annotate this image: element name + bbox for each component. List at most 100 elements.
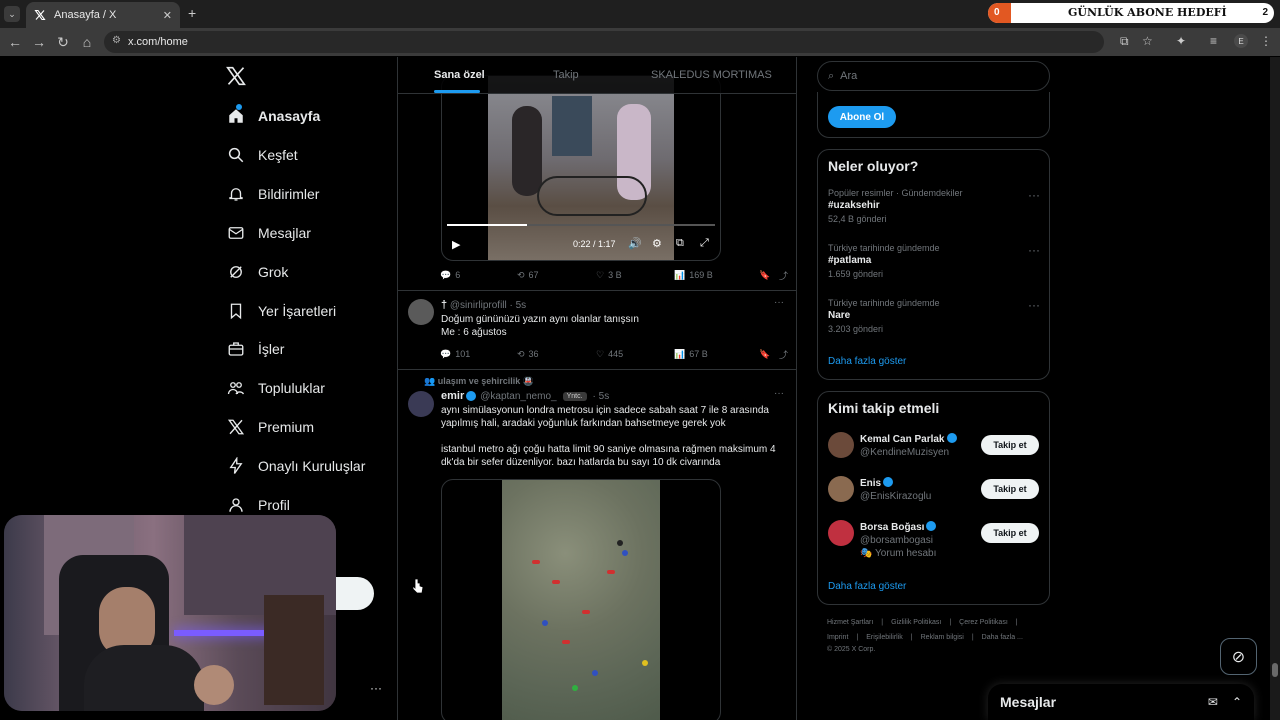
tweet-text-line: Me : 6 ağustos [441, 327, 507, 338]
picture-in-picture-icon[interactable]: ⧉ [676, 237, 684, 250]
messages-drawer[interactable]: Mesajlar ✉ ⌃ [988, 684, 1254, 720]
url-field[interactable]: ⚙ x.com/home [104, 31, 1104, 53]
trend-item[interactable]: Popüler resimler · Gündemdekiler #uzakseh… [828, 188, 1040, 224]
views-button[interactable]: 📊 169 B [674, 270, 759, 281]
community-name: ulaşım ve şehircilik 🚇 [437, 376, 534, 386]
new-tab-button[interactable]: + [188, 5, 196, 21]
footer-link[interactable]: Reklam bilgisi [921, 634, 964, 641]
search-box[interactable]: ⌕ Ara [817, 61, 1050, 91]
like-button[interactable]: ♡ 3 B [596, 270, 674, 281]
volume-icon[interactable]: 🔊 [628, 237, 642, 250]
repost-button[interactable]: ⟲ 36 [517, 349, 596, 360]
follow-button[interactable]: Takip et [981, 523, 1039, 543]
author-name[interactable]: † [441, 299, 447, 311]
post-time[interactable]: · 5s [510, 300, 527, 311]
bookmark-button[interactable]: 🔖 [759, 349, 779, 360]
footer-link[interactable]: Imprint [827, 634, 848, 641]
bookmark-star-icon[interactable]: ☆ [1142, 34, 1153, 48]
media-controls-icon[interactable]: ≡ [1210, 34, 1217, 48]
tab-search-button[interactable]: ⌄ [4, 6, 20, 22]
nav-item-9[interactable]: Premium [226, 412, 314, 442]
footer-link[interactable]: Gizlilik Politikası [891, 619, 941, 626]
tab-following[interactable]: Takip [553, 69, 579, 81]
author-handle[interactable]: @kaptan_nemo_ [480, 391, 556, 402]
avatar[interactable] [408, 391, 434, 417]
subscribe-button[interactable]: Abone Ol [828, 106, 896, 128]
footer-link[interactable]: Hizmet Şartları [827, 619, 873, 626]
trend-item[interactable]: Türkiye tarihinde gündemde Nare 3.203 gönd… [828, 298, 1040, 334]
verified-badge-icon [466, 391, 477, 401]
tab-skaledus-mortimas[interactable]: SKALEDUS MORTIMAS [651, 69, 772, 81]
profile-avatar[interactable]: E [1234, 34, 1248, 48]
avatar[interactable] [828, 476, 854, 502]
menu-kebab-icon[interactable]: ⋮ [1260, 34, 1272, 48]
extensions-icon[interactable]: ✦ [1176, 34, 1186, 48]
avatar[interactable] [828, 432, 854, 458]
scrollbar-thumb[interactable] [1272, 663, 1278, 677]
back-icon[interactable]: ← [3, 30, 27, 54]
community-context[interactable]: 👥 ulaşım ve şehircilik 🚇 [424, 376, 534, 387]
post-time[interactable]: · 5s [593, 391, 610, 402]
avatar[interactable] [408, 299, 434, 325]
nav-item-5[interactable]: Grok [226, 257, 288, 287]
follow-suggestion[interactable]: Borsa Boğası @borsambogasi 🎭 Yorum hesabı [860, 521, 980, 559]
nav-item-7[interactable]: İşler [226, 334, 284, 364]
fullscreen-icon[interactable]: ⤢ [700, 237, 709, 250]
account-more-icon[interactable]: ··· [370, 681, 382, 695]
footer-link[interactable]: Çerez Politikası [959, 619, 1008, 626]
more-icon[interactable]: ··· [774, 388, 784, 399]
nav-item-4[interactable]: Mesajlar [226, 218, 311, 248]
nav-item-6[interactable]: Yer İşaretleri [226, 296, 336, 326]
grok-float-button[interactable]: ⊘ [1220, 638, 1257, 675]
reply-button[interactable]: 💬 101 [440, 349, 517, 360]
play-icon[interactable]: ▶ [452, 238, 460, 251]
reply-button[interactable]: 💬 6 [440, 270, 517, 281]
forward-icon[interactable]: → [27, 30, 51, 54]
browser-tab[interactable]: Anasayfa / X ✕ [26, 2, 180, 28]
follow-suggestion[interactable]: Kemal Can Parlak @KendineMuzisyen [860, 433, 980, 458]
trend-item[interactable]: Türkiye tarihinde gündemde #patlama 1.659 … [828, 243, 1040, 279]
author-name[interactable]: emir [441, 390, 464, 402]
search-icon: ⌕ [828, 69, 835, 82]
repost-button[interactable]: ⟲ 67 [517, 270, 596, 281]
nav-item-2[interactable]: Keşfet [226, 140, 298, 170]
author-handle[interactable]: @sinirliprofill [450, 300, 507, 311]
scrollbar[interactable] [1270, 57, 1280, 720]
new-message-icon[interactable]: ✉ [1208, 695, 1218, 709]
timeline-tabs: Sana özel Takip SKALEDUS MORTIMAS [398, 57, 796, 94]
views-button[interactable]: 📊 67 B [674, 349, 759, 360]
trend-more-icon[interactable]: ··· [1028, 188, 1040, 202]
follow-button[interactable]: Takip et [981, 435, 1039, 455]
follow-button[interactable]: Takip et [981, 479, 1039, 499]
footer-link[interactable]: Daha fazla ... [982, 634, 1023, 641]
mail-icon [226, 223, 246, 243]
trend-more-icon[interactable]: ··· [1028, 298, 1040, 312]
x-logo-icon[interactable] [226, 66, 246, 86]
tab-close-icon[interactable]: ✕ [163, 9, 172, 22]
share-button[interactable]: ⤴ [779, 348, 788, 361]
footer-link[interactable]: Erişilebilirlik [866, 634, 903, 641]
follow-suggestion[interactable]: Enis @EnisKirazoglu [860, 477, 980, 502]
trends-show-more-link[interactable]: Daha fazla göster [828, 356, 906, 367]
nav-item-10[interactable]: Onaylı Kuruluşlar [226, 451, 365, 481]
trend-title: #uzaksehir [828, 200, 880, 211]
nav-item-3[interactable]: Bildirimler [226, 179, 319, 209]
tab-for-you[interactable]: Sana özel [434, 69, 485, 81]
install-app-icon[interactable]: ⧉ [1120, 34, 1129, 49]
avatar[interactable] [828, 520, 854, 546]
expand-chevron-icon[interactable]: ⌃ [1232, 695, 1242, 709]
suggestion-note: 🎭 Yorum hesabı [860, 548, 937, 559]
nav-item-8[interactable]: Topluluklar [226, 373, 325, 403]
settings-icon[interactable]: ⚙ [652, 237, 662, 250]
video-player[interactable]: ▶ 0:22 / 1:17 🔊 ⚙ ⧉ ⤢ [441, 75, 721, 261]
more-icon[interactable]: ··· [774, 297, 784, 308]
follow-show-more-link[interactable]: Daha fazla göster [828, 581, 906, 592]
share-button[interactable]: ⤴ [779, 269, 788, 282]
trend-more-icon[interactable]: ··· [1028, 243, 1040, 257]
bookmark-button[interactable]: 🔖 [759, 270, 779, 281]
map-video[interactable] [441, 479, 721, 720]
home-button-icon[interactable]: ⌂ [75, 30, 99, 54]
like-button[interactable]: ♡ 445 [596, 349, 674, 360]
site-info-icon[interactable]: ⚙ [112, 35, 121, 46]
reload-icon[interactable]: ↻ [51, 30, 75, 54]
